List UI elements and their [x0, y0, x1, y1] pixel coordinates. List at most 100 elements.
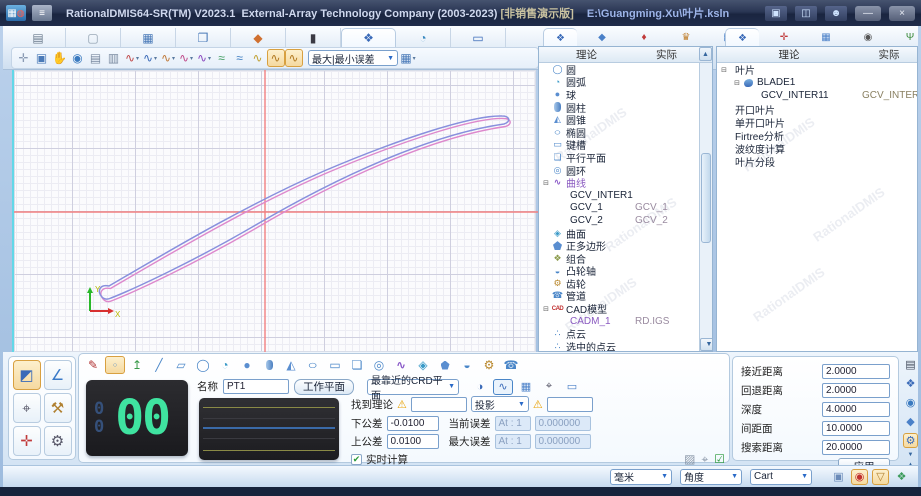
graphics-viewport[interactable]: Y X	[12, 70, 538, 352]
caliper-button[interactable]: ∠	[43, 360, 72, 390]
tools-status-icon[interactable]: ❖	[893, 469, 910, 485]
tree-row[interactable]: ⊟ 叶片	[717, 63, 917, 77]
column-actual[interactable]: 实际	[634, 47, 699, 62]
projection-dropdown[interactable]: 投影 ▼	[470, 396, 529, 412]
menu-icon[interactable]: ≡	[32, 5, 52, 21]
screen-toggle[interactable]: ▭	[562, 379, 582, 395]
cam-feature-icon[interactable]	[457, 356, 477, 374]
tree-row[interactable]: 开口叶片	[717, 103, 917, 117]
tree-row[interactable]: 单开口叶片	[717, 116, 917, 130]
tab-curve-active[interactable]: ❖	[341, 28, 396, 47]
work-plane-button[interactable]: 工作平面	[294, 378, 354, 395]
tab-device[interactable]: ▮	[286, 28, 341, 47]
ellipse-feature-icon[interactable]	[303, 356, 323, 374]
cube-icon[interactable]: ◆	[585, 28, 619, 47]
tab-table[interactable]: ▦	[121, 28, 176, 47]
zoom-region-icon[interactable]: ▣	[33, 49, 51, 67]
tree-row[interactable]: 选中的点云	[539, 340, 699, 351]
probe-feature-button[interactable]: ◩	[12, 360, 41, 390]
cone-feature-icon[interactable]	[281, 356, 301, 374]
curve-measure-icon[interactable]: ∿	[267, 49, 285, 67]
feature-cube-tab[interactable]: ❖	[543, 28, 577, 47]
view-eye-icon[interactable]: ◉	[69, 49, 87, 67]
fixture-status-icon[interactable]: ▣	[830, 469, 847, 485]
scrollbar-thumb[interactable]	[701, 153, 711, 243]
screens-icon[interactable]: ◫	[795, 5, 817, 21]
gear-feature-icon[interactable]	[479, 356, 499, 374]
feature-tree-scrollbar[interactable]: ▼	[699, 63, 712, 351]
tab-windows[interactable]: ❐	[176, 28, 231, 47]
users-icon[interactable]: ☻	[825, 5, 847, 21]
vector-feature-icon[interactable]	[127, 356, 147, 374]
sphere-feature-icon[interactable]	[237, 356, 257, 374]
tab-document[interactable]: ▢	[66, 28, 121, 47]
name-input[interactable]	[223, 379, 289, 394]
parameter-input[interactable]	[822, 440, 890, 455]
column-theory[interactable]: 理论	[717, 47, 861, 62]
plane-feature-icon[interactable]	[171, 356, 191, 374]
report-grid-icon[interactable]: ▦ ▾	[399, 49, 417, 67]
curve-nominal-icon[interactable]: ∿ ▾	[123, 49, 141, 67]
upper-tolerance-input[interactable]	[386, 434, 439, 449]
tree-row[interactable]: Firtree分析	[717, 129, 917, 143]
parameter-input[interactable]	[822, 383, 890, 398]
grid-icon[interactable]: ▦	[809, 28, 843, 47]
minimize-button[interactable]: —	[855, 5, 881, 21]
scan-open-icon[interactable]: ≈	[213, 49, 231, 67]
units-dropdown[interactable]: 毫米 ▼	[610, 468, 672, 485]
collapse-down-icon[interactable]: ▼	[903, 452, 918, 458]
remote-control-icon[interactable]: ▣	[765, 5, 787, 21]
machine-button[interactable]: ⚙	[43, 426, 72, 456]
probe-button[interactable]: ⌖	[12, 393, 41, 423]
arc-feature-icon[interactable]	[215, 356, 235, 374]
projection-input[interactable]	[546, 396, 593, 412]
pipe-feature-icon[interactable]	[501, 356, 521, 374]
crd-plane-dropdown[interactable]: 最靠近的CRD平面 ▼	[367, 376, 459, 402]
error-mode-dropdown[interactable]: 最大|最小误差 ▼	[308, 50, 398, 66]
probe-toggle[interactable]: ⌖	[539, 379, 559, 395]
search-probe-tool-icon[interactable]: ◉	[903, 395, 918, 410]
curve-probe-icon[interactable]: ∿ ▾	[141, 49, 159, 67]
column-theory[interactable]: 理论	[539, 47, 634, 62]
crown-icon[interactable]: ♛	[669, 28, 703, 47]
cylinder-feature-icon[interactable]	[259, 356, 279, 374]
scroll-down-icon[interactable]: ▼	[700, 338, 712, 351]
tree-row[interactable]: 叶片分段	[717, 155, 917, 169]
tree-row[interactable]: GCV_INTER11 GCV_INTER11	[717, 89, 917, 102]
scroll-up-icon[interactable]: ▲	[699, 47, 712, 61]
probe-cube-tool-icon[interactable]: ❖	[903, 376, 918, 391]
curve-analyze-icon[interactable]: ∿	[285, 49, 303, 67]
thermometer-icon[interactable]: ♦	[627, 28, 661, 47]
fit-view-icon[interactable]: ✛	[15, 49, 33, 67]
display-settings-icon[interactable]: ▥	[105, 49, 123, 67]
tab-toolbox[interactable]: ▤	[11, 28, 66, 47]
tab-render[interactable]: ◆	[231, 28, 286, 47]
angle-dropdown[interactable]: 角度 ▼	[680, 468, 742, 485]
probe-pen-icon[interactable]	[83, 356, 103, 374]
snapshot-icon[interactable]: ▤	[87, 49, 105, 67]
pan-hand-icon[interactable]: ✋	[51, 49, 69, 67]
parallel-planes-feature-icon[interactable]	[347, 356, 367, 374]
tree-row[interactable]: GCV_1 GCV_1	[539, 202, 699, 215]
lower-tolerance-input[interactable]	[386, 416, 439, 431]
tab-screen[interactable]: ▭	[451, 28, 506, 47]
tree-row[interactable]: 波纹度计算	[717, 142, 917, 156]
toolbox-button[interactable]: ⚒	[43, 393, 72, 423]
curve-scan-icon[interactable]: ∿ ▾	[159, 49, 177, 67]
joystick-status-icon[interactable]: ◉	[851, 468, 868, 485]
tree-row[interactable]: GCV_INTER1	[539, 189, 699, 202]
blade-cube-tab[interactable]: ❖	[725, 28, 759, 47]
chart-toggle[interactable]: ∿	[493, 378, 513, 395]
curve-edit-icon[interactable]: ∿ ▾	[195, 49, 213, 67]
parameter-input[interactable]	[822, 402, 890, 417]
probe-tool-icon[interactable]: ◆	[903, 414, 918, 429]
found-theory-input[interactable]	[410, 396, 467, 412]
table-toggle[interactable]: ▦	[516, 379, 536, 395]
axes-icon[interactable]: ✛	[767, 28, 801, 47]
probe-v-status-icon[interactable]: ▽	[872, 468, 889, 485]
parameter-input[interactable]	[822, 421, 890, 436]
line-feature-icon[interactable]	[149, 356, 169, 374]
tree-row[interactable]: ⊟ CAD模型	[539, 302, 699, 316]
column-actual[interactable]: 实际	[861, 47, 917, 62]
parameter-input[interactable]	[822, 364, 890, 379]
